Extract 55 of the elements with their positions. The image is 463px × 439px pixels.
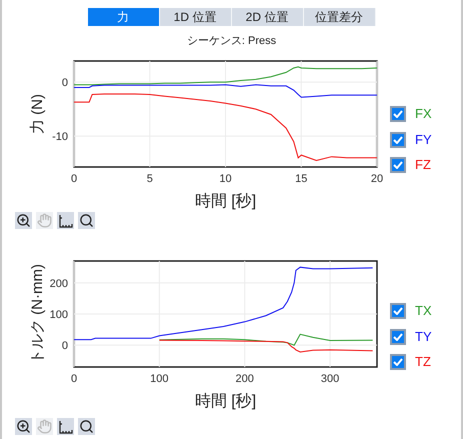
tick-label: 100	[50, 309, 68, 321]
measure-button[interactable]	[57, 212, 74, 229]
checkbox[interactable]	[390, 157, 406, 173]
tab[interactable]: 2D 位置	[232, 8, 304, 26]
hand-icon	[37, 419, 52, 434]
tab[interactable]: 位置差分	[304, 8, 376, 26]
magnifier-icon	[79, 419, 94, 434]
tab[interactable]: 力	[88, 8, 160, 26]
tick-label: 0	[70, 173, 78, 185]
axis-title: 時間 [秒]	[194, 193, 256, 210]
hand-icon	[37, 213, 52, 228]
tick-label: 100	[150, 373, 169, 385]
check-icon	[393, 358, 403, 366]
sequence-label: シーケンス: Press	[186, 34, 276, 49]
tick-label: 10	[219, 173, 232, 185]
zoom-in-icon	[16, 213, 31, 228]
check-icon	[393, 307, 403, 315]
zoom-in-icon	[16, 419, 31, 434]
checkbox[interactable]	[390, 132, 406, 148]
tick-label: 0	[70, 373, 78, 385]
checkbox[interactable]	[390, 303, 406, 319]
tick-label: 200	[50, 278, 68, 290]
axis-title: 時間 [秒]	[194, 393, 256, 410]
legend-label: FX	[415, 105, 432, 124]
tick-label: 20	[370, 173, 384, 185]
zoom-in-button[interactable]	[15, 418, 32, 435]
legend-label: TX	[415, 302, 432, 320]
zoom-in-button[interactable]	[15, 212, 32, 229]
check-icon	[393, 332, 403, 340]
ruler-icon	[58, 214, 72, 228]
magnifier-icon	[79, 213, 94, 228]
axis-title: 力 (N)	[29, 94, 46, 134]
tab[interactable]: 1D 位置	[160, 8, 232, 26]
tick-label: 5	[146, 173, 153, 185]
legend-label: TY	[415, 328, 432, 346]
tick-label: 0	[62, 340, 68, 352]
legend-label: FZ	[415, 156, 431, 174]
tick-label: 300	[320, 373, 340, 385]
check-icon	[393, 161, 403, 169]
tick-label: 15	[295, 173, 308, 185]
check-icon	[393, 136, 403, 144]
checkbox[interactable]	[390, 106, 406, 122]
legend-label: TZ	[415, 353, 431, 372]
checkbox[interactable]	[390, 328, 406, 344]
check-icon	[393, 110, 403, 118]
zoom-reset-button[interactable]	[78, 418, 95, 435]
legend-label: FY	[415, 130, 432, 149]
measure-button[interactable]	[57, 418, 74, 435]
tick-label: 0	[62, 77, 68, 90]
tick-label: -10	[52, 131, 68, 144]
tick-label: 200	[236, 373, 254, 385]
axis-title: トルク (N·mm)	[29, 264, 46, 364]
zoom-reset-button[interactable]	[78, 212, 95, 229]
ruler-icon	[58, 420, 72, 434]
checkbox[interactable]	[390, 354, 406, 370]
